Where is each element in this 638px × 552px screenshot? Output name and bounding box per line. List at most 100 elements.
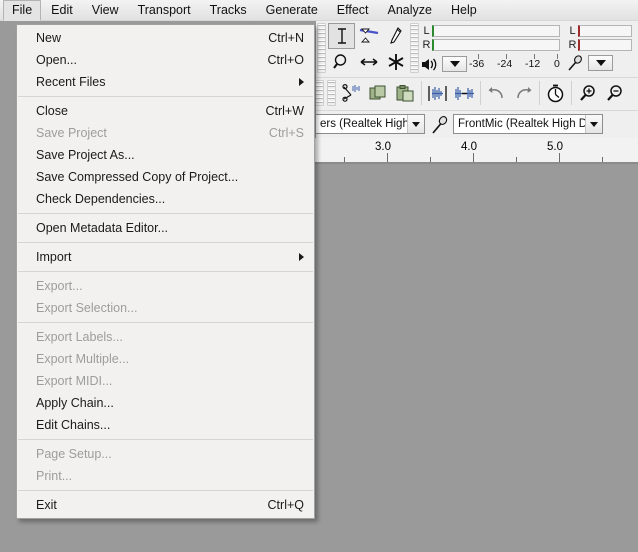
menu-item-save-compressed-copy-of-project[interactable]: Save Compressed Copy of Project... xyxy=(17,166,314,188)
trim-audio-icon xyxy=(428,85,447,101)
menu-item-label: Save Project xyxy=(36,126,107,140)
menu-transport[interactable]: Transport xyxy=(129,0,200,21)
copy-button[interactable] xyxy=(365,80,392,106)
envelope-tool[interactable] xyxy=(355,23,382,49)
menu-view[interactable]: View xyxy=(83,0,128,21)
menu-edit[interactable]: Edit xyxy=(42,0,82,21)
menu-item-print: Print... xyxy=(17,465,314,487)
playback-meter-toolbar[interactable]: L R -36 -24 -12 0 xyxy=(421,24,567,72)
menu-item-label: Print... xyxy=(36,469,73,483)
zoom-tool[interactable] xyxy=(328,49,355,75)
menu-file[interactable]: File xyxy=(3,0,42,21)
menu-item-open[interactable]: Open... Ctrl+O xyxy=(17,49,314,71)
submenu-arrow-icon xyxy=(299,78,304,86)
menu-generate[interactable]: Generate xyxy=(257,0,327,21)
menu-item-export-selection: Export Selection... xyxy=(17,297,314,319)
copy-icon xyxy=(369,85,386,99)
menu-item-edit-chains[interactable]: Edit Chains... xyxy=(17,414,314,436)
tools-toolbar-grabber[interactable] xyxy=(317,23,326,73)
menu-item-close[interactable]: Close Ctrl+W xyxy=(17,100,314,122)
menu-item-import[interactable]: Import xyxy=(17,246,314,268)
zoom-in-button[interactable] xyxy=(574,80,601,106)
sync-lock-button[interactable] xyxy=(542,80,569,106)
menu-item-label: Save Project As... xyxy=(36,148,135,162)
menu-item-label: Export Labels... xyxy=(36,330,123,344)
zoom-out-button[interactable] xyxy=(601,80,628,106)
record-meter-channel-r: R xyxy=(568,39,577,51)
audacity-window: L R -36 -24 -12 0 L R ers (Realtek High … xyxy=(0,0,638,552)
menu-analyze[interactable]: Analyze xyxy=(379,0,441,21)
menu-item-exit[interactable]: Exit Ctrl+Q xyxy=(17,494,314,516)
menu-item-label: Export Multiple... xyxy=(36,352,130,366)
output-device-value: ers (Realtek High Definit xyxy=(320,118,407,130)
menu-help[interactable]: Help xyxy=(442,0,486,21)
menu-item-new[interactable]: New Ctrl+N xyxy=(17,27,314,49)
menu-item-label: Export Selection... xyxy=(36,301,138,315)
zoom-out-icon xyxy=(606,85,622,101)
output-device-combo[interactable]: ers (Realtek High Definit xyxy=(316,114,425,134)
playback-meter-channel-r: R xyxy=(422,39,431,51)
input-device-dropdown-arrow[interactable] xyxy=(585,115,602,133)
redo-arrow-icon xyxy=(517,86,532,98)
transport-toolbar-grabber[interactable] xyxy=(316,80,324,106)
toolbar-row-top: L R -36 -24 -12 0 L R xyxy=(316,21,638,78)
trim-button[interactable] xyxy=(424,80,451,106)
menu-item-open-metadata-editor[interactable]: Open Metadata Editor... xyxy=(17,217,314,239)
silence-audio-icon xyxy=(455,86,474,100)
chevron-down-icon xyxy=(412,121,420,127)
ruler-label-3: 3.0 xyxy=(375,141,391,153)
menu-tracks[interactable]: Tracks xyxy=(201,0,256,21)
meter-scale-label-24: -24 xyxy=(497,58,513,70)
toolbar-dock: L R -36 -24 -12 0 L R ers (Realtek High … xyxy=(316,21,638,138)
microphone-icon xyxy=(568,55,582,71)
menu-separator xyxy=(18,242,313,243)
menu-separator xyxy=(18,322,313,323)
input-device-combo[interactable]: FrontMic (Realtek High Definiti xyxy=(453,114,603,134)
paste-button[interactable] xyxy=(392,80,419,106)
cut-button[interactable] xyxy=(338,80,365,106)
menu-item-label: Edit Chains... xyxy=(36,418,111,432)
menu-item-label: Open... xyxy=(36,53,77,67)
toolbar-row-edit xyxy=(316,78,638,111)
timeshift-tool[interactable] xyxy=(355,49,382,75)
zoom-in-icon xyxy=(579,85,595,101)
edit-toolbar-grabber[interactable] xyxy=(327,80,336,106)
playback-meter-channel-l: L xyxy=(423,25,430,37)
redo-button[interactable] xyxy=(510,80,537,106)
chevron-down-icon xyxy=(595,60,606,66)
output-device-dropdown-arrow[interactable] xyxy=(407,115,424,133)
silence-button[interactable] xyxy=(451,80,478,106)
menu-item-recent-files[interactable]: Recent Files xyxy=(17,71,314,93)
record-meter-bar-l xyxy=(578,25,632,37)
draw-tool[interactable] xyxy=(382,23,409,49)
menu-effect[interactable]: Effect xyxy=(328,0,378,21)
meter-scale-label-0: 0 xyxy=(554,58,560,70)
menu-item-label: Check Dependencies... xyxy=(36,192,166,206)
menu-item-label: Recent Files xyxy=(36,75,106,89)
playback-meter-bar-r xyxy=(432,39,560,51)
menu-item-label: Import xyxy=(36,250,72,264)
meter-toolbar-grabber[interactable] xyxy=(410,23,419,73)
menu-item-save-project-as[interactable]: Save Project As... xyxy=(17,144,314,166)
meter-scale-label-12: -12 xyxy=(525,58,541,70)
menu-item-page-setup: Page Setup... xyxy=(17,443,314,465)
speaker-icon xyxy=(422,58,437,70)
record-meter-toolbar[interactable]: L R xyxy=(567,24,637,72)
undo-button[interactable] xyxy=(483,80,510,106)
multi-tool[interactable] xyxy=(382,49,409,75)
record-meter-bar-r xyxy=(578,39,632,51)
paste-icon xyxy=(396,84,414,101)
i-beam-icon xyxy=(337,28,346,44)
menu-item-apply-chain[interactable]: Apply Chain... xyxy=(17,392,314,414)
menu-bar: File Edit View Transport Tracks Generate… xyxy=(0,0,638,21)
selection-tool[interactable] xyxy=(328,23,355,49)
playback-device-dropdown-button[interactable] xyxy=(442,56,467,72)
input-device-value: FrontMic (Realtek High Definiti xyxy=(458,118,585,130)
menu-item-check-dependencies[interactable]: Check Dependencies... xyxy=(17,188,314,210)
menu-item-shortcut: Ctrl+Q xyxy=(267,498,304,512)
menu-item-export-midi: Export MIDI... xyxy=(17,370,314,392)
menu-item-shortcut: Ctrl+W xyxy=(265,104,304,118)
left-right-arrow-icon xyxy=(360,58,377,66)
record-device-dropdown-button[interactable] xyxy=(588,55,613,71)
timeline-ruler[interactable]: 0 3.0 4.0 5.0 xyxy=(295,138,638,164)
